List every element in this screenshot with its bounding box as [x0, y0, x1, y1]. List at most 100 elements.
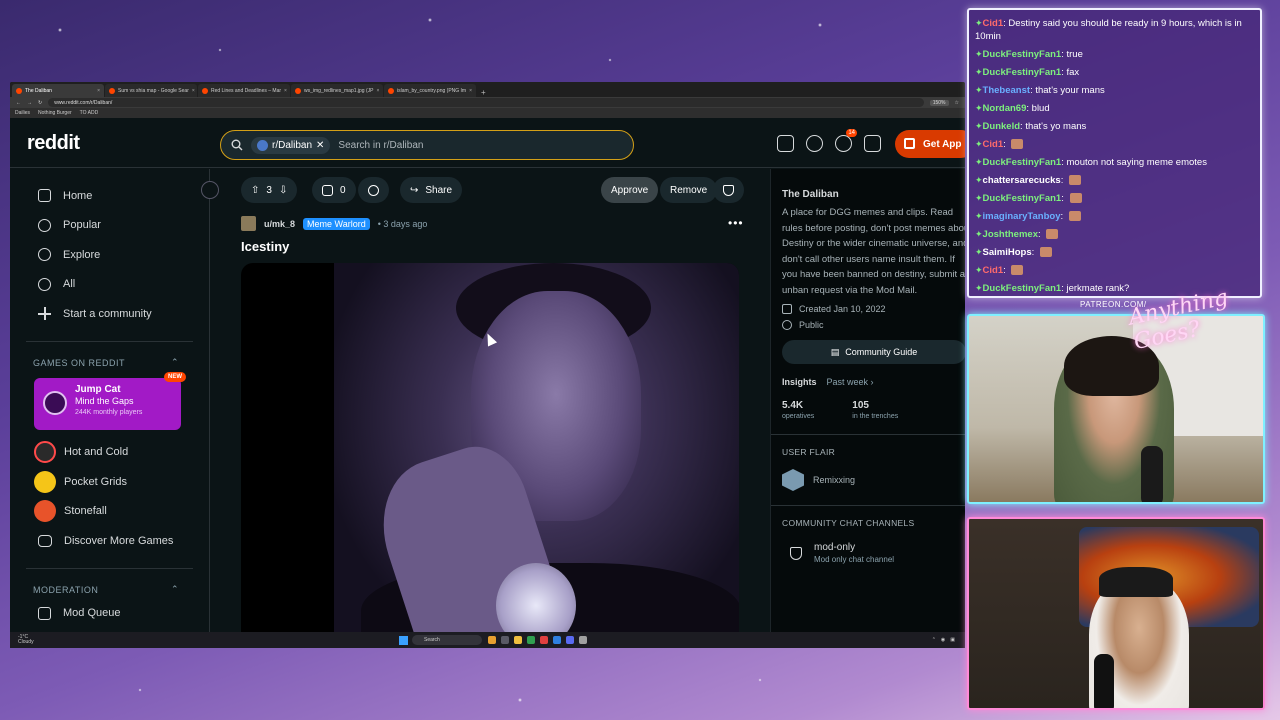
- game-item[interactable]: Hot and Cold: [10, 438, 209, 468]
- zoom-level[interactable]: 150%: [929, 99, 949, 106]
- game-item[interactable]: Stonefall: [10, 497, 209, 527]
- chat-username[interactable]: imaginaryTanboy: [983, 211, 1061, 222]
- approve-label: Approve: [611, 184, 649, 196]
- user-flair-row[interactable]: Remixxing: [782, 469, 965, 491]
- chat-username[interactable]: chattersarecucks: [983, 175, 1061, 186]
- app-icon[interactable]: [501, 636, 509, 644]
- chat-username[interactable]: DuckFestinyFan1: [983, 283, 1062, 294]
- downvote-icon[interactable]: ⇩: [279, 185, 287, 196]
- app-icon[interactable]: [488, 636, 496, 644]
- community-chip[interactable]: r/Daliban ✕: [251, 136, 331, 154]
- reload-icon[interactable]: ↻: [38, 100, 42, 106]
- chat-username[interactable]: Cid1: [983, 139, 1004, 150]
- chat-username[interactable]: DuckFestinyFan1: [983, 193, 1062, 204]
- mod-shield-button[interactable]: [713, 177, 744, 203]
- browser-tab[interactable]: islam_by_country.png (PNG Im ×: [384, 84, 476, 97]
- chat-username[interactable]: Cid1: [983, 265, 1004, 276]
- app-icon[interactable]: [553, 636, 561, 644]
- nav-popular[interactable]: Popular: [10, 211, 209, 241]
- chat-text: blud: [1031, 103, 1050, 114]
- chat-username[interactable]: Nordan69: [983, 103, 1027, 114]
- remove-button[interactable]: Remove: [660, 177, 718, 203]
- close-tab-icon[interactable]: ×: [469, 88, 472, 94]
- cake-icon: [782, 304, 792, 314]
- create-post-icon[interactable]: [864, 135, 881, 152]
- game-item[interactable]: Pocket Grids: [10, 467, 209, 497]
- folder-icon[interactable]: [514, 636, 522, 644]
- discord-icon[interactable]: [566, 636, 574, 644]
- nav-mod-queue[interactable]: Mod Queue: [10, 599, 209, 629]
- moderation-section-header[interactable]: MODERATION ⌃: [10, 581, 209, 599]
- windows-start-icon[interactable]: [399, 635, 408, 645]
- star-icon[interactable]: ☆: [955, 100, 959, 106]
- approve-button[interactable]: Approve: [601, 177, 659, 203]
- insights-range[interactable]: Past week ›: [827, 377, 874, 387]
- search-bar[interactable]: r/Daliban ✕ Search in r/Daliban: [220, 130, 634, 160]
- browser-tab[interactable]: Red Lines and Deadlines – Mar ×: [198, 84, 290, 97]
- system-tray[interactable]: ⌃ ◉ ▣: [932, 637, 955, 643]
- user-avatar[interactable]: [241, 216, 256, 231]
- taskbar-search[interactable]: Search: [412, 635, 482, 645]
- post-title[interactable]: Icestiny: [241, 239, 289, 254]
- close-tab-icon[interactable]: ×: [376, 88, 379, 94]
- community-stats: 5.4K operatives 105 in the trenches: [782, 400, 965, 420]
- game-item[interactable]: Discover More Games: [10, 526, 209, 556]
- vote-pill[interactable]: ⇧ 3 ⇩: [241, 177, 298, 203]
- advertise-icon[interactable]: [777, 135, 794, 152]
- post-image[interactable]: [241, 263, 739, 648]
- chat-icon[interactable]: [806, 135, 823, 152]
- chat-username[interactable]: Cid1: [983, 18, 1004, 29]
- chat-channel-item[interactable]: mod-only Mod only chat channel: [782, 542, 965, 564]
- new-tab-icon[interactable]: +: [481, 88, 486, 97]
- chat-username[interactable]: DuckFestinyFan1: [983, 67, 1062, 78]
- nav-home[interactable]: Home: [10, 181, 209, 211]
- post-meta: u/mk_8 Meme Warlord • 3 days ago: [241, 216, 427, 231]
- chat-username[interactable]: Thebeanst: [983, 85, 1031, 96]
- close-tab-icon[interactable]: ×: [284, 88, 287, 94]
- get-app-button[interactable]: Get App: [895, 130, 965, 158]
- share-button[interactable]: ↪ Share: [400, 177, 463, 203]
- chat-username[interactable]: SaimiHops: [983, 247, 1032, 258]
- bookmark-item[interactable]: Dailies: [15, 110, 30, 116]
- bookmark-item[interactable]: Nothing Burger: [38, 110, 72, 116]
- browser-tab[interactable]: Sum vs shia map - Google Sear ×: [105, 84, 197, 97]
- chrome-icon[interactable]: [540, 636, 548, 644]
- chat-username[interactable]: Dunkeld: [983, 121, 1020, 132]
- bookmark-item[interactable]: TO ADD: [80, 110, 99, 116]
- url-field[interactable]: www.reddit.com/r/Daliban/: [48, 98, 924, 107]
- featured-game-card[interactable]: NEW Jump Cat Mind the Gaps 244K monthly …: [34, 371, 186, 430]
- chat-separator: :: [1061, 193, 1067, 204]
- close-icon[interactable]: ✕: [316, 140, 324, 151]
- app-icon[interactable]: [579, 636, 587, 644]
- close-tab-icon[interactable]: ×: [97, 88, 100, 94]
- chat-username[interactable]: Joshthemex: [983, 229, 1038, 240]
- post-author[interactable]: u/mk_8: [264, 219, 295, 229]
- nav-explore[interactable]: Explore: [10, 240, 209, 270]
- forward-icon[interactable]: →: [27, 100, 32, 106]
- reddit-logo[interactable]: reddit: [27, 132, 80, 155]
- app-icon[interactable]: [527, 636, 535, 644]
- sub-badge-icon: ✦: [975, 265, 983, 275]
- game-title: Jump Cat: [75, 383, 121, 395]
- menu-toggle-icon[interactable]: [201, 181, 219, 199]
- insights-row: Insights Past week ›: [782, 377, 965, 387]
- more-options-icon[interactable]: •••: [728, 216, 744, 230]
- sub-badge-icon: ✦: [975, 18, 983, 28]
- browser-tab[interactable]: ws_img_redlines_map1.jpg (JP ×: [291, 84, 383, 97]
- chat-text: that's yo mans: [1025, 121, 1087, 132]
- nav-all[interactable]: All: [10, 270, 209, 300]
- community-guide-button[interactable]: ▤ Community Guide: [782, 340, 965, 364]
- chat-username[interactable]: DuckFestinyFan1: [983, 157, 1062, 168]
- chat-username[interactable]: DuckFestinyFan1: [983, 49, 1062, 60]
- nav-start-community[interactable]: Start a community: [10, 299, 209, 329]
- games-section-header[interactable]: GAMES ON REDDIT ⌃: [10, 354, 209, 372]
- channel-name: mod-only: [814, 542, 856, 553]
- weather-widget[interactable]: -1°C Cloudy: [18, 635, 34, 645]
- award-button[interactable]: [358, 177, 389, 203]
- back-icon[interactable]: ←: [16, 100, 21, 106]
- browser-tab[interactable]: The Daliban ×: [12, 84, 104, 97]
- close-tab-icon[interactable]: ×: [192, 88, 195, 94]
- upvote-icon[interactable]: ⇧: [251, 185, 259, 196]
- comments-button[interactable]: 0: [312, 177, 356, 203]
- notification-bell-icon[interactable]: 14: [835, 129, 857, 152]
